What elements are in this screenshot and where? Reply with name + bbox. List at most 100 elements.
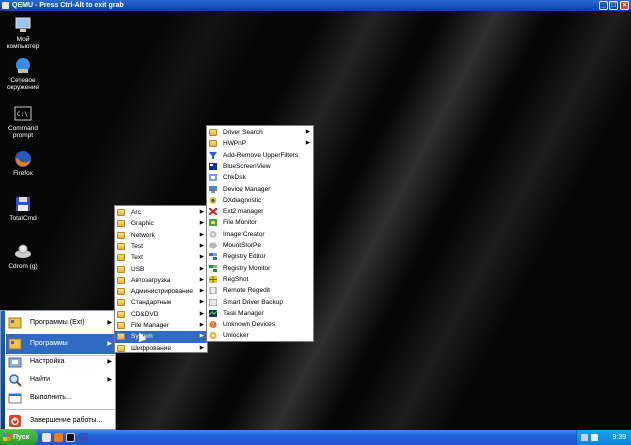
programs-icon: [8, 337, 22, 351]
start-menu-item-programs-ext[interactable]: Программы (Ext) ▶: [6, 313, 116, 333]
menu-item-graphic[interactable]: Graphic ▶: [115, 218, 207, 229]
folder-icon: [117, 310, 125, 318]
unlocker-icon: [209, 332, 217, 340]
desktop-icon-label: Firefox: [13, 170, 33, 177]
run-icon: [8, 391, 22, 405]
backup-icon: [208, 298, 218, 306]
window-titlebar: QEMU - Press Ctrl-Alt to exit grab _ □ ×: [0, 0, 631, 11]
start-menu-item-shutdown[interactable]: Завершение работы...: [6, 411, 116, 431]
close-button[interactable]: ×: [620, 1, 629, 10]
desktop-icon-label: Command prompt: [8, 125, 38, 139]
desktop-icon-label: TotalCmd: [9, 215, 37, 222]
dx-icon: [209, 196, 217, 204]
menu-item-cd-dvd[interactable]: CD&DVD ▶: [115, 309, 207, 320]
desktop-icon-label: Мой компьютер: [6, 36, 40, 50]
qemu-icon: [2, 2, 9, 9]
folder-icon: [117, 333, 125, 341]
folder-icon: [117, 265, 125, 273]
menu-item-system[interactable]: System ▶: [115, 331, 207, 343]
cdrom-icon: [14, 243, 32, 261]
folder-icon: [117, 209, 125, 216]
tray-volume-icon[interactable]: [591, 434, 598, 441]
menu-item-file-manager[interactable]: File Manager ▶: [115, 320, 207, 331]
menu-item-encryption[interactable]: Шифрование ▶: [115, 343, 207, 354]
cmd-icon: C:\: [14, 105, 32, 123]
menu-item-task-manager[interactable]: Task Manager: [207, 308, 313, 319]
quicklaunch-cmd-icon[interactable]: [66, 433, 75, 442]
quicklaunch-desktop-icon[interactable]: [42, 433, 51, 442]
menu-item-remote-regedit[interactable]: Remote Regedit: [207, 285, 313, 296]
menu-item-unlocker[interactable]: Unlocker: [207, 330, 313, 341]
registry-editor-icon: [209, 253, 217, 261]
device-icon: [209, 185, 217, 193]
menu-item-driver-search[interactable]: Driver Search ▶: [207, 127, 313, 138]
svg-text:C:\: C:\: [17, 111, 28, 118]
desktop-icon-totalcmd[interactable]: TotalCmd: [3, 195, 43, 222]
menu-item-bluescreenview[interactable]: BlueScreenView: [207, 161, 313, 172]
unknown-devices-icon: ?: [209, 321, 217, 329]
clock[interactable]: 9:39: [612, 430, 626, 445]
desktop-icon-firefox[interactable]: Firefox: [3, 150, 43, 177]
folder-icon: [117, 242, 125, 250]
quicklaunch-firefox-icon[interactable]: [54, 433, 63, 442]
menu-item-standard[interactable]: Стандартные ▶: [115, 297, 207, 308]
firefox-icon: [14, 150, 32, 168]
folder-icon: [209, 140, 217, 148]
task-manager-icon: [208, 309, 218, 317]
search-icon: [8, 373, 22, 387]
menu-item-regshot[interactable]: RegShot: [207, 274, 313, 285]
desktop-icon-network[interactable]: Сетевое окружение: [3, 57, 43, 91]
folder-icon: [117, 220, 125, 228]
menu-item-registry-editor[interactable]: Registry Editor: [207, 251, 313, 262]
menu-item-device-manager[interactable]: Device Manager: [207, 184, 313, 195]
start-menu-item-run[interactable]: Выполнить...: [6, 388, 116, 408]
menu-item-arc[interactable]: Arc ▶: [115, 207, 207, 218]
quicklaunch-totalcmd-icon[interactable]: [79, 433, 88, 442]
tray-usb-icon[interactable]: [581, 434, 588, 441]
settings-icon: [8, 355, 22, 369]
menu-item-registry-monitor[interactable]: Registry Monitor: [207, 263, 313, 274]
windows-flag-icon: [3, 433, 11, 441]
desktop-icon-my-computer[interactable]: Мой компьютер: [3, 16, 43, 50]
menu-item-add-remove-upperfilters[interactable]: Add-Remove UpperFilters: [207, 150, 313, 161]
file-monitor-icon: [209, 219, 217, 227]
mount-icon: [209, 242, 217, 249]
computer-icon: [14, 16, 32, 34]
start-menu-item-find[interactable]: Найти ▶: [6, 370, 116, 390]
start-menu-item-settings[interactable]: Настройка ▶: [6, 352, 116, 372]
menu-item-chkdsk[interactable]: ChkDsk: [207, 172, 313, 183]
network-icon: [14, 57, 32, 75]
menu-item-hwpnp[interactable]: HWPnP ▶: [207, 138, 313, 149]
folder-icon: [117, 344, 125, 352]
menu-item-administration[interactable]: Администрирование ▶: [115, 286, 207, 297]
image-creator-icon: [209, 230, 217, 238]
menu-item-unknown-devices[interactable]: ? Unknown Devices: [207, 319, 313, 330]
start-menu-item-programs[interactable]: Программы ▶: [6, 334, 116, 354]
maximize-button[interactable]: □: [609, 1, 618, 10]
registry-monitor-icon: [209, 264, 217, 272]
desktop-icon-cdrom[interactable]: Cdrom (g): [3, 243, 43, 270]
menu-item-dxdiagnostic[interactable]: DXdiagnostic: [207, 195, 313, 206]
minimize-button[interactable]: _: [599, 1, 608, 10]
menu-item-ext2-manager[interactable]: Ext2 manager: [207, 206, 313, 217]
menu-item-autostart[interactable]: Автозагрузка ▶: [115, 275, 207, 286]
start-button[interactable]: Пуск: [0, 430, 38, 445]
desktop-icon-command-prompt[interactable]: C:\ Command prompt: [3, 105, 43, 139]
programs-submenu: Arc ▶ Graphic ▶ Network ▶ Test ▶ Text ▶ USB ▶ …: [114, 205, 208, 353]
svg-text:?: ?: [211, 322, 214, 328]
menu-item-image-creator[interactable]: Image Creator: [207, 229, 313, 240]
menu-item-mountstorpe[interactable]: MountStorPe: [207, 240, 313, 251]
menu-item-file-monitor[interactable]: File Monitor: [207, 217, 313, 228]
menu-item-text[interactable]: Text ▶: [115, 252, 207, 263]
menu-item-network[interactable]: Network ▶: [115, 230, 207, 241]
ext2-icon: [208, 207, 218, 216]
menu-item-smart-driver-backup[interactable]: Smart Driver Backup: [207, 297, 313, 308]
menu-item-usb[interactable]: USB ▶: [115, 264, 207, 275]
menu-item-test[interactable]: Test ▶: [115, 241, 207, 252]
desktop-icon-label: Cdrom (g): [8, 263, 38, 270]
folder-icon: [117, 231, 125, 239]
remote-regedit-icon: [209, 286, 217, 295]
regshot-icon: [209, 275, 217, 283]
desktop-icon-label: Сетевое окружение: [6, 77, 40, 91]
window-title: QEMU - Press Ctrl-Alt to exit grab: [12, 2, 124, 9]
